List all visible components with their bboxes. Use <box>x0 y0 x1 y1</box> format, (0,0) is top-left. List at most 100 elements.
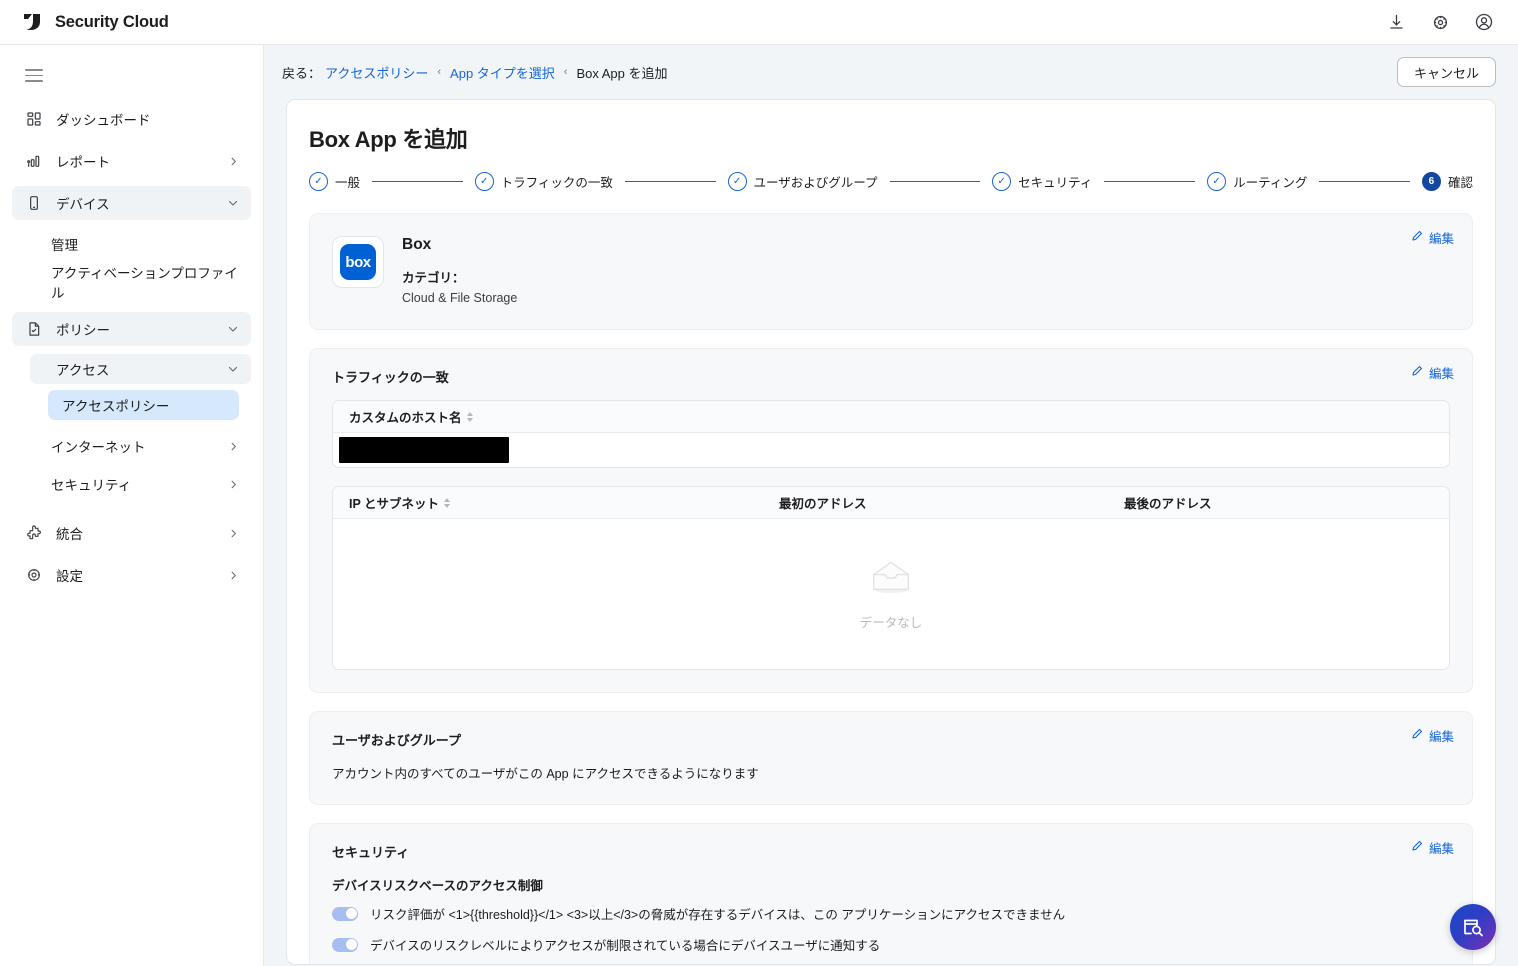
sidebar-item-label: デバイス <box>56 197 110 212</box>
gear-icon[interactable] <box>1428 10 1452 34</box>
column-header-last-address[interactable]: 最後のアドレス <box>1108 493 1449 512</box>
chevron-down-icon <box>227 323 239 335</box>
traffic-match-card: トラフィックの一致 編集 カスタムのホスト名 IP とサブネット 最初のアドレス… <box>309 348 1473 693</box>
notify-user-toggle-label: デバイスのリスクレベルによりアクセスが制限されている場合にデバイスユーザに通知す… <box>370 939 881 953</box>
top-bar: Security Cloud <box>0 0 1518 45</box>
notify-user-toggle[interactable] <box>332 937 358 952</box>
column-header-first-address[interactable]: 最初のアドレス <box>763 493 1108 512</box>
device-risk-subsection-title: デバイスリスクベースのアクセス制御 <box>332 879 543 893</box>
puzzle-integration-icon <box>24 524 43 543</box>
download-icon[interactable] <box>1384 10 1408 34</box>
column-header-label: IP とサブネット <box>349 497 440 511</box>
app-category-value: Cloud & File Storage <box>402 291 518 305</box>
column-header-hostname[interactable]: カスタムのホスト名 <box>333 407 1449 426</box>
sidebar-item-activation-profile[interactable]: アクティベーションプロファイル <box>12 266 251 301</box>
dashboard-icon <box>24 110 43 129</box>
edit-users-button[interactable]: 編集 <box>1411 726 1454 745</box>
edit-label: 編集 <box>1428 232 1454 246</box>
chevron-down-icon <box>227 363 239 375</box>
step-label: セキュリティ <box>1018 176 1093 190</box>
step-users-groups[interactable]: ✓ ユーザおよびグループ <box>727 172 878 191</box>
app-category-label: カテゴリ： <box>402 271 465 285</box>
sidebar-item-label: ダッシュボード <box>56 113 151 128</box>
device-icon <box>24 194 43 213</box>
sidebar-sub-label: アクセス <box>56 363 110 378</box>
empty-state-text: データなし <box>859 616 923 630</box>
edit-label: 編集 <box>1428 842 1454 856</box>
gear-settings-icon <box>24 566 43 585</box>
column-header-label: カスタムのホスト名 <box>349 411 462 425</box>
check-icon: ✓ <box>1207 172 1227 191</box>
chevron-right-icon <box>227 569 239 581</box>
table-header-row: カスタムのホスト名 <box>333 401 1449 433</box>
jamf-logo-icon <box>22 11 44 33</box>
step-general[interactable]: ✓ 一般 <box>309 172 360 191</box>
redacted-hostname-value <box>339 437 509 463</box>
wizard-stepper: ✓ 一般 ✓ トラフィックの一致 ✓ ユーザおよびグループ ✓ セキュリティ ✓… <box>309 172 1473 191</box>
sidebar-sub-label: セキュリティ <box>51 478 132 493</box>
pencil-icon <box>1411 230 1423 245</box>
page-title: Box App を追加 <box>309 127 468 152</box>
column-header-label: 最初のアドレス <box>779 497 867 511</box>
breadcrumb-separator-icon: ‹ <box>437 66 442 78</box>
chevron-right-icon <box>227 478 239 490</box>
sidebar-sub-label: アクセスポリシー <box>62 399 170 414</box>
app-summary-card: box Box カテゴリ： Cloud & File Storage 編集 <box>309 213 1473 330</box>
wizard-panel: Box App を追加 ✓ 一般 ✓ トラフィックの一致 ✓ ユーザおよびグルー… <box>286 99 1496 965</box>
box-logo-icon: box <box>340 244 376 280</box>
breadcrumb-item-app-type[interactable]: App タイプを選択 <box>450 63 555 82</box>
ip-subnet-table: IP とサブネット 最初のアドレス 最後のアドレス データなし <box>332 486 1450 670</box>
step-review[interactable]: 6 確認 <box>1421 172 1473 191</box>
breadcrumb-back-label: 戻る： <box>282 65 322 81</box>
sidebar-item-internet[interactable]: インターネット <box>12 430 251 462</box>
step-label: トラフィックの一致 <box>500 176 613 190</box>
users-groups-card: ユーザおよびグループ アカウント内のすべてのユーザがこの App にアクセスでき… <box>309 711 1473 805</box>
pencil-icon <box>1411 840 1423 855</box>
sidebar-item-label: 設定 <box>56 569 83 584</box>
edit-security-button[interactable]: 編集 <box>1411 838 1454 857</box>
breadcrumb: 戻る： アクセスポリシー ‹ App タイプを選択 ‹ Box App を追加 … <box>264 45 1518 99</box>
brand-name: Security Cloud <box>55 12 169 31</box>
sidebar-item-security[interactable]: セキュリティ <box>12 468 251 500</box>
traffic-match-title: トラフィックの一致 <box>332 370 449 385</box>
window-search-icon[interactable] <box>1450 904 1496 950</box>
empty-inbox-icon <box>865 557 917 604</box>
sidebar-item-reports[interactable]: レポート <box>12 144 251 178</box>
step-connector <box>1104 180 1196 183</box>
account-icon[interactable] <box>1472 10 1496 34</box>
sidebar-sub-label: インターネット <box>51 440 146 455</box>
risk-threshold-toggle-row: リスク評価が <1>{{threshold}}</1> <3>以上</3>の脅威… <box>332 904 1450 923</box>
sidebar-item-label: レポート <box>56 155 110 170</box>
risk-threshold-toggle[interactable] <box>332 906 358 921</box>
table-header-row: IP とサブネット 最初のアドレス 最後のアドレス <box>333 487 1449 519</box>
sidebar-item-settings[interactable]: 設定 <box>12 558 251 592</box>
sidebar-item-device-management[interactable]: 管理 <box>12 228 251 260</box>
sidebar-item-devices[interactable]: デバイス <box>12 186 251 220</box>
edit-traffic-button[interactable]: 編集 <box>1411 363 1454 382</box>
sidebar-item-access-policy[interactable]: アクセスポリシー <box>48 390 239 420</box>
sidebar-item-policies[interactable]: ポリシー <box>12 312 251 346</box>
column-header-label: 最後のアドレス <box>1124 497 1212 511</box>
brand[interactable]: Security Cloud <box>0 11 169 33</box>
topbar-actions <box>1384 10 1518 34</box>
step-routing[interactable]: ✓ ルーティング <box>1207 172 1307 191</box>
chevron-right-icon <box>227 440 239 452</box>
hamburger-icon[interactable] <box>25 69 43 82</box>
column-header-ip-subnet[interactable]: IP とサブネット <box>333 493 763 512</box>
sidebar-item-label: 統合 <box>56 527 83 542</box>
step-number: 6 <box>1421 172 1441 191</box>
edit-app-button[interactable]: 編集 <box>1411 228 1454 247</box>
sidebar-item-integrations[interactable]: 統合 <box>12 516 251 550</box>
policy-document-icon <box>24 320 43 339</box>
custom-hostname-table: カスタムのホスト名 <box>332 400 1450 468</box>
sidebar-item-dashboard[interactable]: ダッシュボード <box>12 102 251 136</box>
cancel-button[interactable]: キャンセル <box>1396 57 1496 87</box>
step-connector <box>889 180 981 183</box>
sidebar-item-access[interactable]: アクセス <box>30 354 251 384</box>
breadcrumb-item-access-policy[interactable]: アクセスポリシー <box>325 63 428 82</box>
step-label: ルーティング <box>1233 176 1308 190</box>
notify-user-toggle-row: デバイスのリスクレベルによりアクセスが制限されている場合にデバイスユーザに通知す… <box>332 935 1450 954</box>
step-traffic-match[interactable]: ✓ トラフィックの一致 <box>474 172 613 191</box>
step-security[interactable]: ✓ セキュリティ <box>992 172 1092 191</box>
app-logo: box <box>332 236 384 288</box>
